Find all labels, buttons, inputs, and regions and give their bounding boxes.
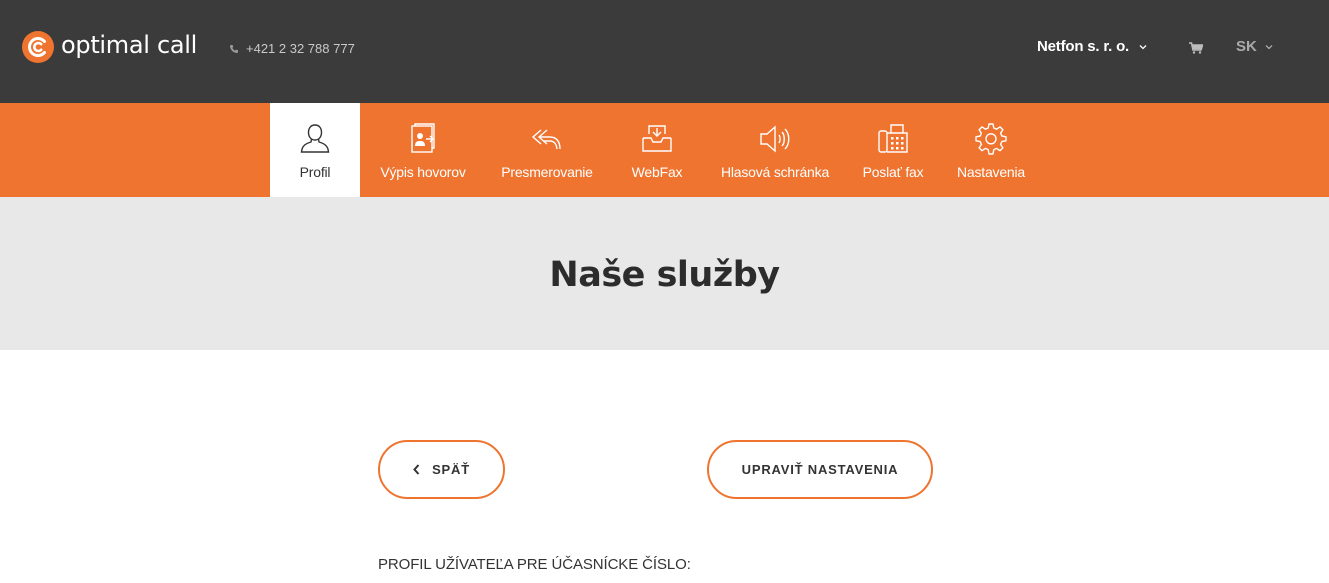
company-name: Netfon s. r. o.	[1037, 38, 1130, 55]
back-button-label: SPÄŤ	[432, 462, 470, 477]
edit-settings-button[interactable]: UPRAVIŤ NASTAVENIA	[707, 440, 933, 499]
nav-item-vypis-hovorov[interactable]: Výpis hovorov	[374, 103, 472, 197]
nav-item-hlasova-schranka[interactable]: Hlasová schránka	[716, 103, 834, 197]
back-button[interactable]: SPÄŤ	[378, 440, 505, 499]
logo[interactable]: optimal call	[22, 31, 197, 63]
profile-heading: PROFIL UŽÍVATEĽA PRE ÚČASNÍCKE ČÍSLO:	[378, 556, 691, 573]
call-log-icon	[411, 123, 435, 153]
nav-label: Nastavenia	[956, 164, 1026, 180]
phone-number[interactable]: +421 2 32 788 777	[229, 41, 355, 56]
hero-banner: Naše služby	[0, 197, 1329, 350]
user-icon	[300, 124, 330, 153]
nav-label: Presmerovanie	[501, 164, 593, 180]
company-dropdown[interactable]: Netfon s. r. o.	[1037, 38, 1147, 55]
phone-icon	[230, 44, 238, 53]
chevron-down-icon	[1265, 44, 1273, 49]
edit-settings-label: UPRAVIŤ NASTAVENIA	[741, 462, 899, 477]
nav-label: WebFax	[631, 164, 683, 180]
nav-item-webfax[interactable]: WebFax	[624, 103, 690, 197]
nav-label: Poslať fax	[862, 164, 924, 180]
nav-item-profil[interactable]: Profil	[270, 103, 360, 197]
cart-icon[interactable]	[1189, 42, 1203, 54]
language-code: SK	[1236, 38, 1257, 55]
gear-icon	[975, 123, 1007, 155]
main-nav: Profil Výpis hovorov Presmerovanie WebFa…	[0, 103, 1329, 197]
top-bar: optimal call +421 2 32 788 777 Netfon s.…	[0, 0, 1329, 103]
language-selector[interactable]: SK	[1236, 38, 1273, 55]
inbox-icon	[642, 125, 672, 152]
chevron-left-icon	[413, 464, 420, 475]
speaker-icon	[760, 125, 790, 153]
optimal-call-logo-icon	[22, 31, 54, 63]
page-title: Naše služby	[549, 255, 780, 295]
nav-item-nastavenia[interactable]: Nastavenia	[954, 103, 1028, 197]
chevron-down-icon	[1139, 44, 1147, 49]
nav-label: Výpis hovorov	[380, 164, 466, 180]
logo-text: optimal call	[61, 31, 198, 59]
nav-item-poslat-fax[interactable]: Poslať fax	[858, 103, 928, 197]
fax-icon	[878, 124, 908, 153]
nav-label: Profil	[299, 164, 331, 180]
forward-icon	[531, 129, 561, 150]
nav-item-presmerovanie[interactable]: Presmerovanie	[496, 103, 598, 197]
nav-label: Hlasová schránka	[720, 164, 830, 180]
phone-text: +421 2 32 788 777	[246, 41, 355, 56]
